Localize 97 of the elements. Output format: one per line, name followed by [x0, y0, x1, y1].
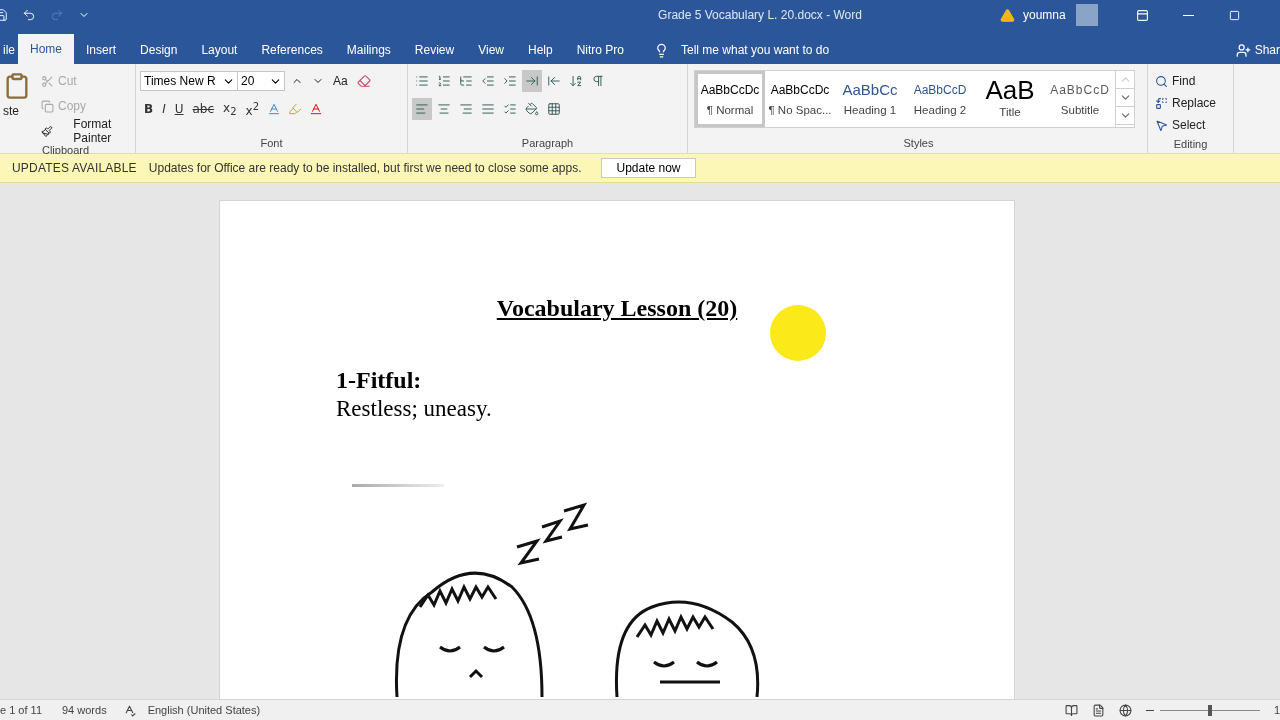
undo-button[interactable]: [22, 8, 36, 22]
editing-button[interactable]: Select: [1152, 114, 1220, 136]
style-name: Title: [999, 106, 1021, 118]
style-preview: AaBbCc: [842, 82, 898, 98]
language: English (United States): [147, 704, 261, 716]
style-name: Heading 1: [843, 104, 897, 116]
ribbon-tab[interactable]: References: [249, 36, 335, 64]
style-name: ¶ Normal: [706, 104, 754, 116]
style-item[interactable]: AaBbCcDc ¶ Normal: [695, 71, 765, 127]
window-title: Grade 5 Vocabulary L. 20.docx - Word: [657, 8, 863, 22]
ribbon-tab[interactable]: Nitro Pro: [564, 36, 636, 64]
update-title: UPDATES AVAILABLE: [12, 161, 137, 175]
update-message: Updates for Office are ready to be installed, but first we need to close some apps.: [148, 161, 582, 175]
zoom-percent: 1: [1273, 704, 1280, 716]
justify-icon: [481, 102, 495, 116]
format-button[interactable]: x$^{2}$: [241, 98, 264, 120]
eraser-icon: [356, 74, 371, 88]
group-label: Editing: [1172, 137, 1209, 152]
ribbon-tab[interactable]: Mailings: [334, 36, 403, 64]
multilevel-icon: [459, 74, 473, 88]
restore-icon: [1229, 9, 1241, 21]
style-preview: AaBbCcDc: [700, 82, 760, 98]
painter-icon: [41, 124, 53, 138]
ltr-button[interactable]: [522, 70, 542, 92]
pointer-highlight: [770, 305, 826, 361]
clipboard-button[interactable]: Format Painter: [38, 120, 131, 142]
share-button[interactable]: Shar: [1229, 36, 1280, 64]
shading-icon: [525, 102, 539, 116]
cut-icon: [41, 74, 54, 88]
text-effects-icon: [267, 102, 282, 116]
group-label: Font: [259, 136, 284, 151]
format-button[interactable]: abc: [188, 98, 219, 120]
user-name: youmna: [1023, 8, 1066, 22]
group-label: Clipboard: [40, 143, 91, 158]
style-preview: AaBbCcD: [1050, 82, 1110, 98]
find-icon: [1155, 74, 1168, 88]
ribbon-tab[interactable]: View: [466, 36, 516, 64]
ribbon-tab[interactable]: Review: [402, 36, 467, 64]
format-button[interactable]: x$_{2}$: [219, 98, 241, 120]
copy-icon: [41, 99, 54, 113]
bullets-icon: [415, 74, 429, 88]
minimize-icon: [1183, 14, 1195, 16]
ribbon-tab[interactable]: Help: [516, 36, 565, 64]
share-icon: [1235, 42, 1251, 58]
left-icon: [415, 102, 429, 116]
word-count: 94 words: [62, 704, 107, 716]
vocabulary-term: 1-Fitful:: [336, 367, 423, 394]
ribbon-display-icon: [1136, 8, 1150, 22]
style-preview: AaBbCcD: [913, 82, 967, 98]
sort-icon: [569, 74, 583, 88]
ribbon-tab[interactable]: Layout: [189, 36, 250, 64]
left-button[interactable]: [412, 98, 432, 120]
select-icon: [1155, 118, 1168, 132]
numbering-icon: [437, 74, 451, 88]
style-name: Heading 2: [913, 104, 967, 116]
font-name-field[interactable]: Times New R: [140, 71, 238, 91]
document-title: Vocabulary Lesson (20): [496, 295, 738, 322]
ribbon-tab[interactable]: Design: [128, 36, 190, 64]
tell-me-search[interactable]: Tell me what you want to do: [648, 36, 836, 64]
paste-button[interactable]: ste: [0, 70, 34, 130]
group-label: Paragraph: [520, 136, 575, 151]
lightbulb-icon: [654, 42, 669, 58]
group-label: Styles: [902, 136, 935, 151]
borders-icon: [547, 102, 561, 116]
term-definition: Restless; uneasy.: [336, 396, 493, 422]
style-preview: AaBbCcDc: [770, 82, 830, 98]
ribbon-tab[interactable]: Home: [18, 34, 75, 64]
avatar-placeholder: [1075, 4, 1098, 26]
editing-button[interactable]: Replace: [1152, 92, 1220, 114]
ribbon-tab[interactable]: Insert: [74, 36, 129, 64]
outdent-icon: [481, 74, 495, 88]
warning-icon: [1000, 7, 1015, 23]
ribbon-tab[interactable]: ile: [0, 36, 18, 64]
web-layout-icon[interactable]: [1118, 703, 1132, 717]
replace-icon: [1155, 96, 1168, 110]
change-case-button[interactable]: Aa: [330, 70, 351, 92]
right-icon: [459, 102, 473, 116]
page-count: e 1 of 11: [0, 704, 42, 716]
update-now-button[interactable]: Update now: [601, 158, 696, 178]
redo-icon: [50, 8, 64, 22]
format-button[interactable]: B: [140, 98, 158, 120]
zoom-thumb[interactable]: [1207, 704, 1212, 716]
center-icon: [437, 102, 451, 116]
style-name: Subtitle: [1060, 104, 1100, 116]
style-name: ¶ No Spac...: [768, 104, 832, 116]
pilcrow-icon: [591, 74, 605, 88]
read-mode-icon[interactable]: [1064, 703, 1078, 717]
font-color-icon: [309, 102, 324, 116]
editing-button[interactable]: Find: [1152, 70, 1220, 92]
format-button[interactable]: I: [158, 98, 170, 120]
highlighter-icon: [288, 102, 303, 116]
format-button[interactable]: U: [170, 98, 188, 120]
font-size-field[interactable]: 20: [237, 71, 285, 91]
indent-icon: [503, 74, 517, 88]
style-preview: AaB: [985, 80, 1035, 100]
undo-icon: [22, 8, 36, 22]
print-layout-icon[interactable]: [1091, 703, 1105, 717]
